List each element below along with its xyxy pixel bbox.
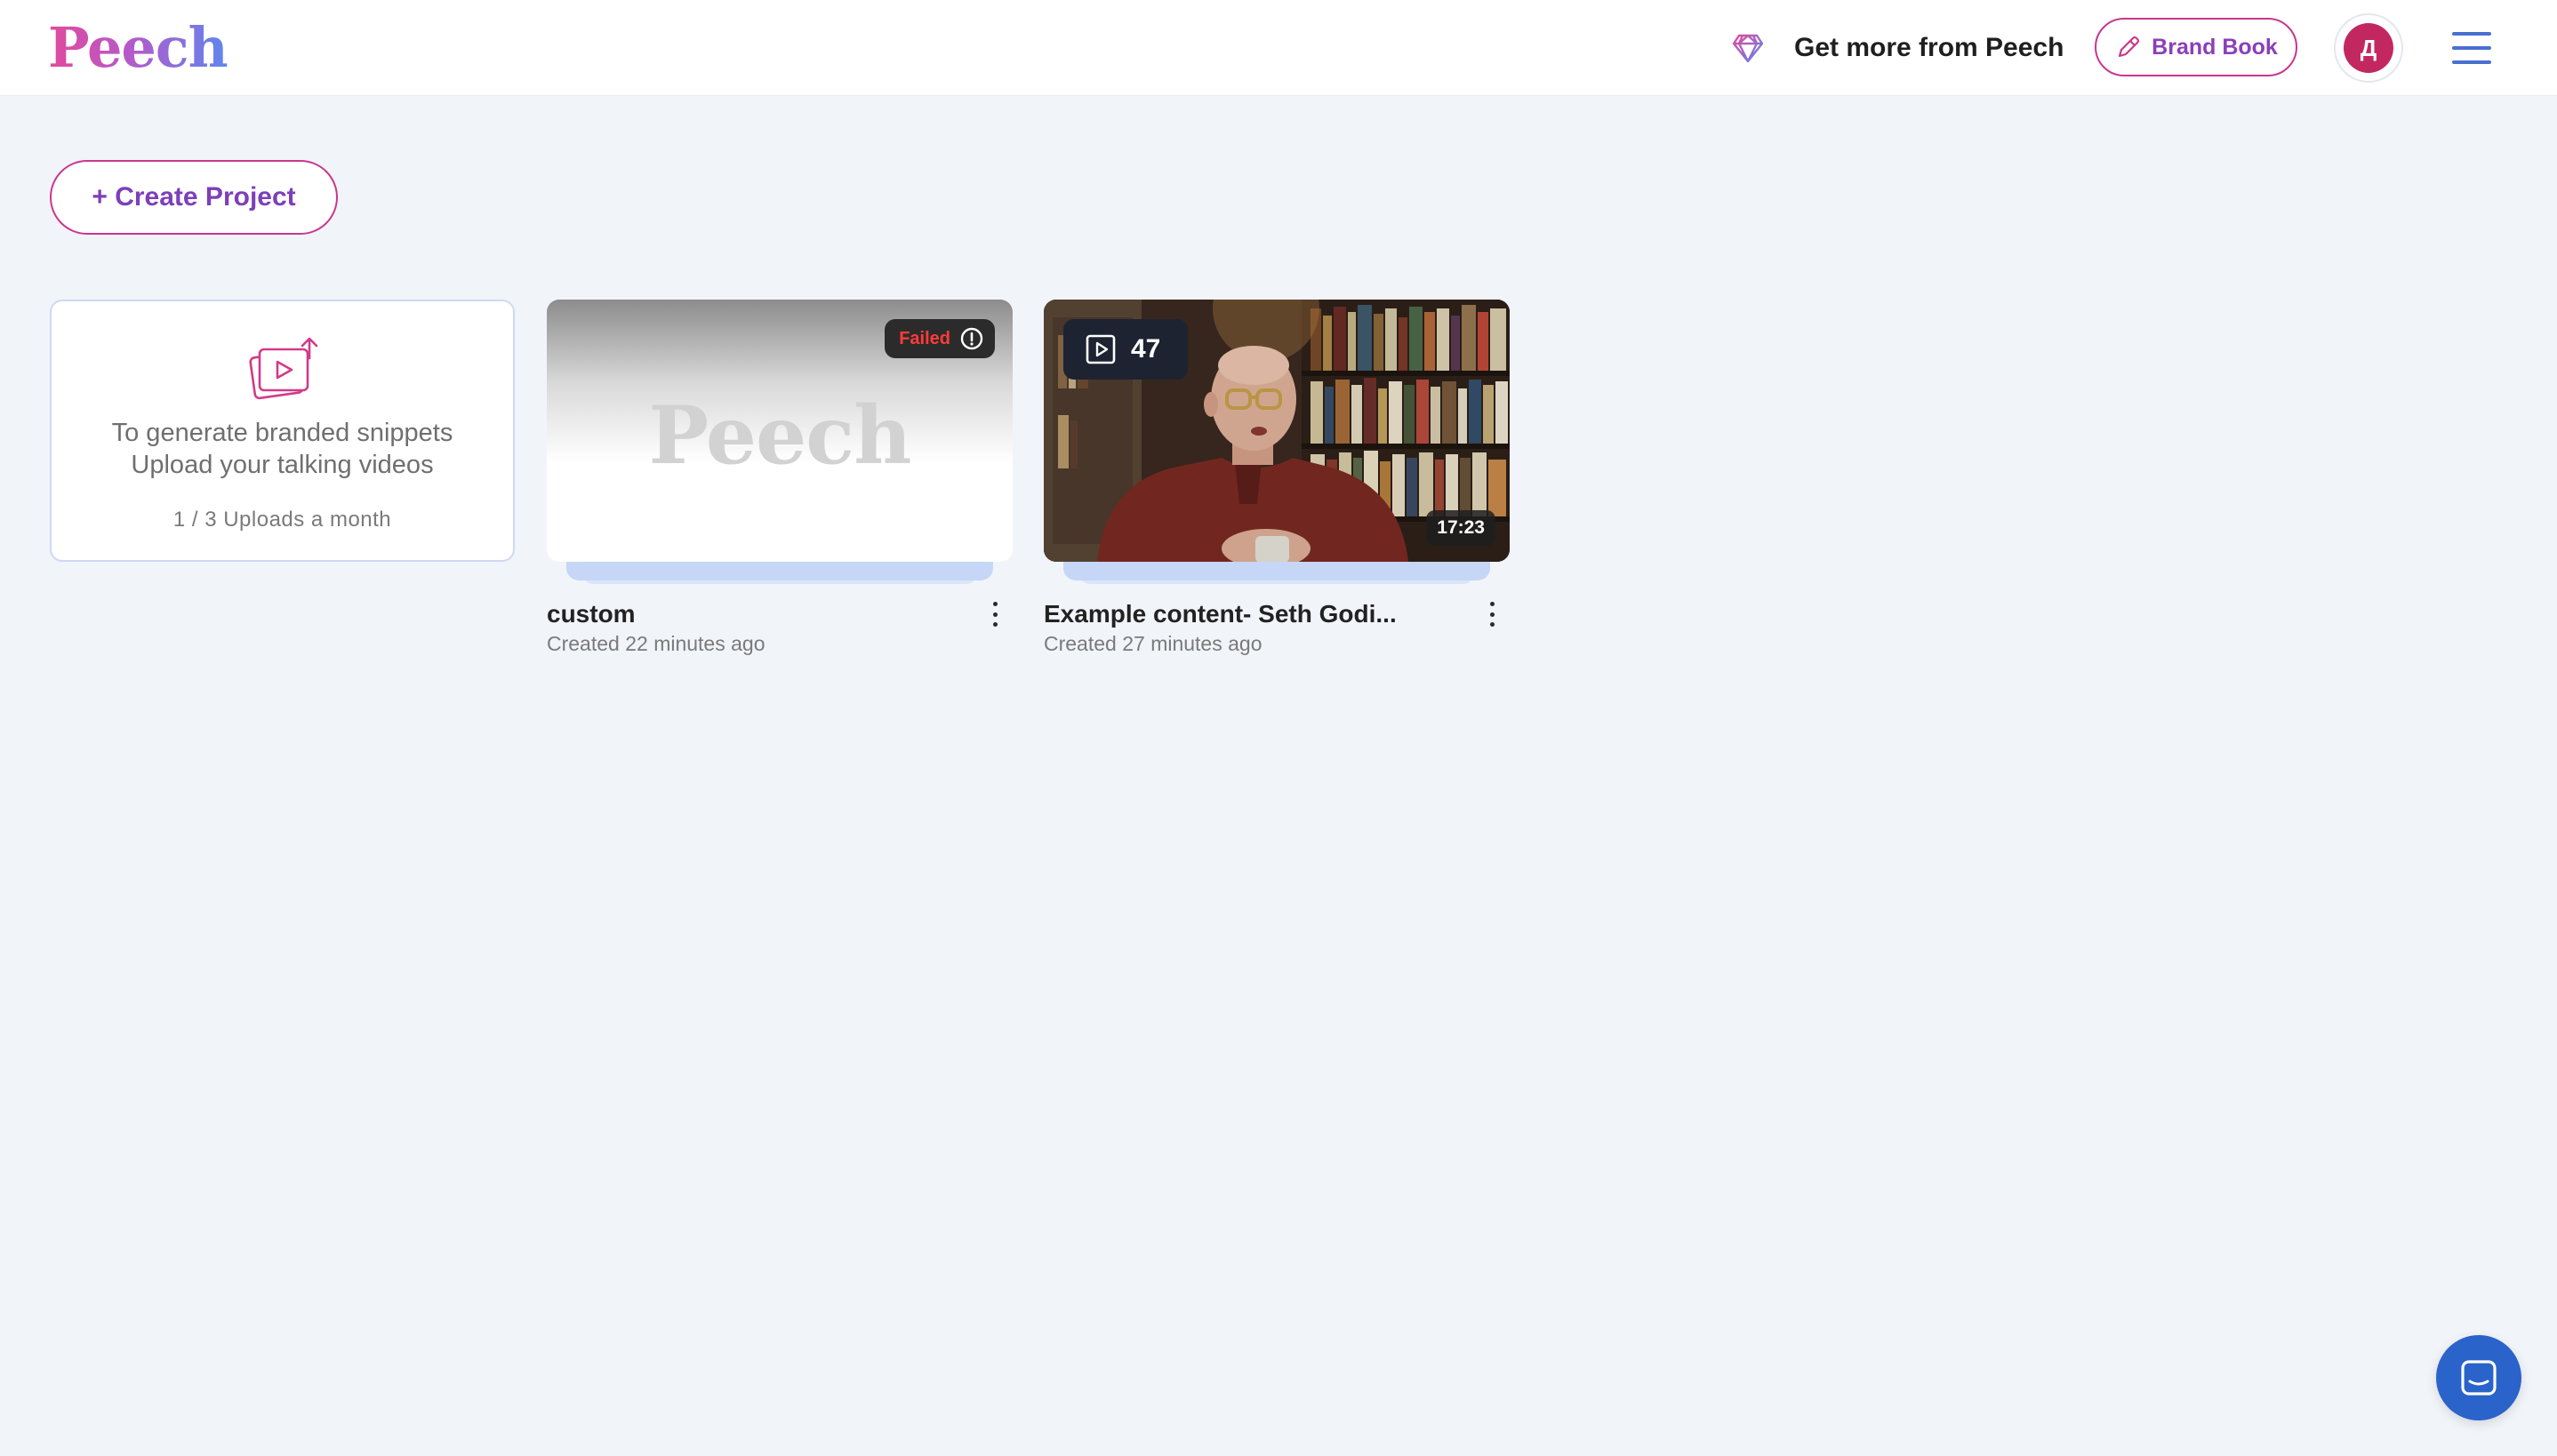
status-badge: Failed	[885, 319, 995, 358]
upload-videos-icon	[249, 337, 318, 400]
project-created: Created 22 minutes ago	[547, 632, 765, 655]
video-clip-icon	[1086, 334, 1116, 364]
status-badge-text: Failed	[899, 328, 950, 348]
clips-count: 47	[1131, 334, 1161, 364]
more-options-icon[interactable]	[988, 602, 1002, 627]
brand-book-label: Brand Book	[2152, 34, 2278, 60]
hamburger-menu-icon[interactable]	[2452, 30, 2491, 66]
project-title[interactable]: custom	[547, 596, 1013, 632]
upload-quota: 1 / 3 Uploads a month	[172, 508, 392, 532]
upsell-link[interactable]: Get more from Peech	[1730, 25, 2064, 71]
brand-book-button[interactable]: Brand Book	[2095, 18, 2297, 76]
pen-icon	[2119, 36, 2140, 58]
avatar: Д	[2344, 23, 2393, 73]
upload-hint-line2: Upload your talking videos	[131, 451, 434, 479]
upload-hint-line1: To generate branded snippets	[111, 419, 453, 447]
thumbnail-watermark: Peech	[648, 388, 911, 483]
diamond-icon	[1732, 34, 1764, 63]
project-thumbnail[interactable]: Peech Failed	[547, 300, 1013, 562]
peech-logo[interactable]: Peech	[48, 16, 228, 80]
avatar-button[interactable]: Д	[2334, 13, 2403, 83]
project-title-row: custom	[547, 596, 1013, 632]
clips-count-badge: 47	[1063, 319, 1188, 380]
project-title[interactable]: Example content- Seth Godi...	[1044, 596, 1510, 632]
project-title-row: Example content- Seth Godi...	[1044, 596, 1510, 632]
alert-circle-icon	[960, 327, 983, 350]
video-duration: 17:23	[1426, 510, 1495, 546]
upload-card[interactable]: To generate branded snippets Upload your…	[50, 300, 515, 562]
project-thumbnail[interactable]: 47 17:23	[1044, 300, 1510, 562]
chat-button[interactable]	[2436, 1335, 2521, 1420]
chat-icon	[2461, 1360, 2497, 1396]
create-project-button[interactable]: + Create Project	[50, 160, 338, 235]
top-bar: Peech Get more from Peech Brand Book Д	[0, 0, 2557, 96]
project-created: Created 27 minutes ago	[1044, 632, 1262, 655]
more-options-icon[interactable]	[1485, 602, 1499, 627]
upsell-text: Get more from Peech	[1794, 33, 2064, 62]
